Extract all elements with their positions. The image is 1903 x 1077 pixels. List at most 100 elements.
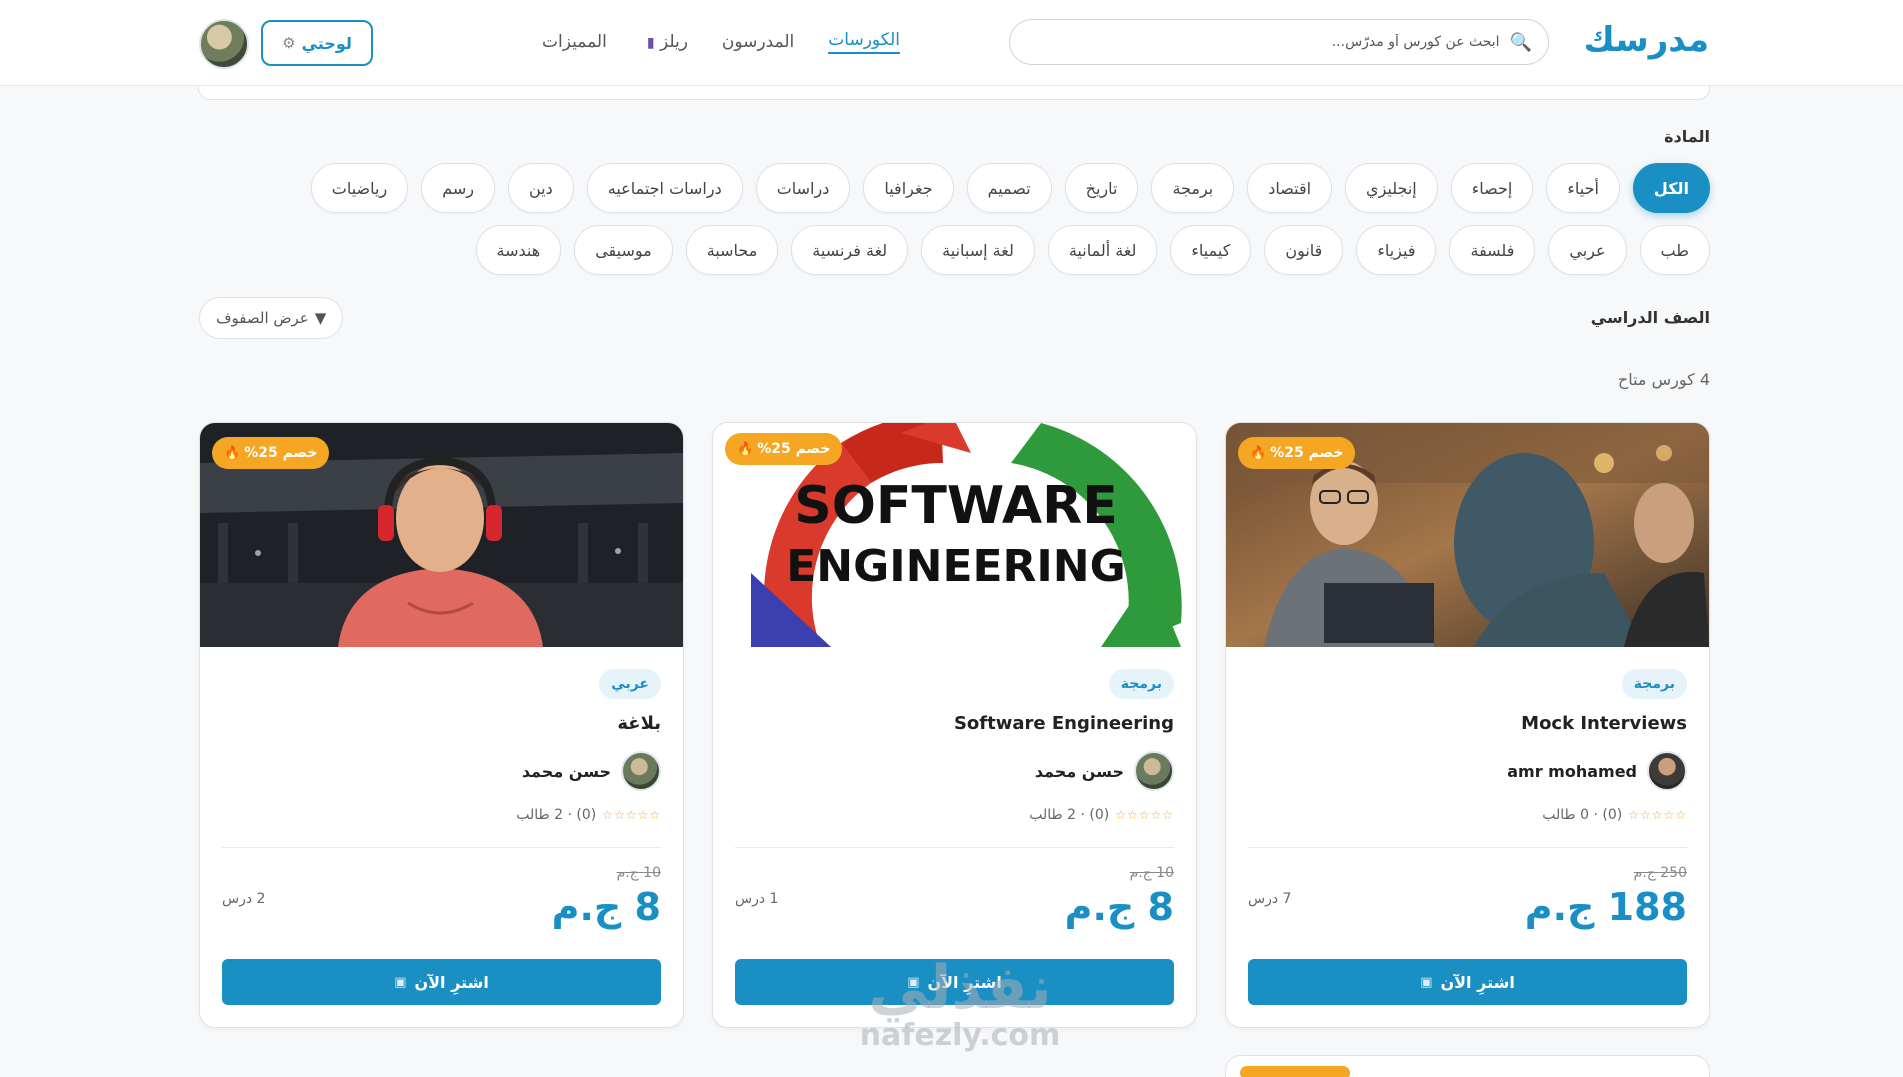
- discount-badge: خصم 25% 🔥: [212, 437, 330, 469]
- subject-chips-row-2: طب عربي فلسفة فيزياء قانون كيمياء لغة أل…: [475, 225, 1710, 275]
- chip-subject[interactable]: فلسفة: [1449, 225, 1536, 275]
- chip-subject[interactable]: تصميم: [966, 163, 1052, 213]
- chip-subject[interactable]: هندسة: [475, 225, 562, 275]
- nav-courses[interactable]: الكورسات: [828, 30, 900, 54]
- chip-subject[interactable]: جغرافيا: [863, 163, 954, 213]
- subject-filter-label: المادة: [1664, 127, 1710, 146]
- buy-now-button[interactable]: اشترِ الآن ▣: [735, 959, 1174, 1005]
- credit-card-icon: ▣: [1420, 974, 1433, 990]
- dashboard-button[interactable]: لوحتي ⚙: [261, 20, 373, 66]
- buy-now-button[interactable]: اشترِ الآن ▣: [222, 959, 661, 1005]
- subject-chips-row-1: الكل أحياء إحصاء إنجليزي اقتصاد برمجة تا…: [310, 163, 1710, 213]
- course-title[interactable]: بلاغة: [617, 713, 661, 734]
- teacher-info[interactable]: amr mohamed: [1507, 751, 1687, 791]
- chip-subject[interactable]: طب: [1639, 225, 1710, 275]
- chip-subject[interactable]: فيزياء: [1356, 225, 1437, 275]
- show-grades-toggle[interactable]: ▼ عرض الصفوف: [199, 297, 344, 339]
- current-price: 8 ج.م: [551, 885, 661, 929]
- discount-label: خصم 25%: [244, 445, 318, 461]
- current-price: 188 ج.م: [1524, 885, 1687, 929]
- search-icon[interactable]: 🔍: [1510, 32, 1532, 53]
- course-title[interactable]: Software Engineering: [954, 713, 1174, 734]
- course-thumbnail[interactable]: خصم 25% 🔥: [1226, 423, 1709, 647]
- clapperboard-icon: ▮: [646, 35, 655, 51]
- rating-text: (0) · 2 طالب: [1029, 807, 1110, 823]
- nav-reels-label: ريلز: [659, 32, 688, 52]
- teacher-avatar: [1134, 751, 1174, 791]
- discount-badge: خصم 25% 🔥: [1238, 437, 1356, 469]
- chip-subject[interactable]: دين: [507, 163, 574, 213]
- chip-subject[interactable]: لغة فرنسية: [791, 225, 909, 275]
- rating-text: (0) · 2 طالب: [516, 807, 597, 823]
- course-card[interactable]: SOFTWARE ENGINEERING خصم 25% 🔥 برمجة Sof…: [712, 422, 1197, 1028]
- course-rating: ☆☆☆☆☆ (0) · 0 طالب: [1542, 807, 1687, 823]
- teacher-info[interactable]: حسن محمد: [1035, 751, 1174, 791]
- chip-all[interactable]: الكل: [1632, 163, 1710, 213]
- search-input[interactable]: [1026, 34, 1500, 50]
- course-title[interactable]: Mock Interviews: [1521, 713, 1687, 734]
- buy-now-label: اشترِ الآن: [927, 972, 1002, 992]
- discount-label: خصم 25%: [1270, 445, 1344, 461]
- chevron-down-icon: ▼: [314, 309, 327, 327]
- star-icon: ☆☆☆☆☆: [1115, 808, 1174, 822]
- teacher-avatar: [1647, 751, 1687, 791]
- site-logo[interactable]: مدرسك: [1584, 20, 1709, 60]
- thumb-title-line-2: ENGINEERING: [786, 541, 1126, 592]
- nav-features[interactable]: المميزات: [542, 32, 607, 52]
- chip-subject[interactable]: عربي: [1548, 225, 1627, 275]
- course-thumbnail[interactable]: SOFTWARE ENGINEERING خصم 25% 🔥: [713, 423, 1196, 647]
- chip-subject[interactable]: اقتصاد: [1247, 163, 1333, 213]
- grade-filter-label: الصف الدراسي: [1590, 308, 1710, 327]
- chip-subject[interactable]: رسم: [421, 163, 495, 213]
- search-bar[interactable]: 🔍: [1009, 19, 1549, 65]
- old-price: 250 ج.م: [1633, 865, 1687, 881]
- card-divider: [735, 847, 1174, 848]
- chip-subject[interactable]: لغة ألمانية: [1047, 225, 1158, 275]
- teacher-name: حسن محمد: [1034, 761, 1124, 781]
- course-rating: ☆☆☆☆☆ (0) · 2 طالب: [1029, 807, 1174, 823]
- buy-now-label: اشترِ الآن: [1440, 972, 1515, 992]
- chip-subject[interactable]: موسيقى: [574, 225, 673, 275]
- course-card[interactable]: خصم 25% 🔥 عربي بلاغة حسن محمد ☆☆☆☆☆ (0) …: [199, 422, 684, 1028]
- dashboard-label: لوحتي: [301, 33, 352, 53]
- star-icon: ☆☆☆☆☆: [1628, 808, 1687, 822]
- chip-subject[interactable]: أحياء: [1546, 163, 1620, 213]
- subject-badge: برمجة: [1108, 669, 1174, 699]
- credit-card-icon: ▣: [907, 974, 920, 990]
- nav-reels[interactable]: ريلز ▮: [641, 32, 688, 52]
- chip-subject[interactable]: كيمياء: [1170, 225, 1252, 275]
- chip-subject[interactable]: دراسات: [755, 163, 851, 213]
- nav-teachers[interactable]: المدرسون: [722, 32, 794, 52]
- chip-subject[interactable]: برمجة: [1151, 163, 1235, 213]
- chip-subject[interactable]: دراسات اجتماعيه: [586, 163, 743, 213]
- card-divider: [222, 847, 661, 848]
- course-card[interactable]: خصم 25% 🔥 برمجة Mock Interviews amr moha…: [1225, 422, 1710, 1028]
- chip-subject[interactable]: تاريخ: [1064, 163, 1139, 213]
- chip-subject[interactable]: لغة إسبانية: [921, 225, 1035, 275]
- show-grades-label: عرض الصفوف: [216, 309, 309, 327]
- fire-icon: 🔥: [737, 441, 754, 457]
- lesson-count: 1 درس: [735, 891, 779, 907]
- chip-subject[interactable]: محاسبة: [685, 225, 779, 275]
- chip-subject[interactable]: رياضيات: [310, 163, 409, 213]
- fire-icon: 🔥: [224, 445, 241, 461]
- teacher-avatar: [621, 751, 661, 791]
- chip-subject[interactable]: قانون: [1264, 225, 1344, 275]
- subject-badge: عربي: [599, 669, 661, 699]
- course-card-partial[interactable]: [1225, 1055, 1710, 1077]
- user-avatar[interactable]: [199, 19, 249, 69]
- chip-subject[interactable]: إحصاء: [1450, 163, 1534, 213]
- buy-now-button[interactable]: اشترِ الآن ▣: [1248, 959, 1687, 1005]
- discount-badge: خصم 25% 🔥: [725, 433, 843, 465]
- chip-subject[interactable]: إنجليزي: [1345, 163, 1438, 213]
- results-count: 4 كورس متاح: [1617, 370, 1710, 389]
- teacher-info[interactable]: حسن محمد: [522, 751, 661, 791]
- subject-badge: برمجة: [1621, 669, 1687, 699]
- old-price: 10 ج.م: [1129, 865, 1174, 881]
- filter-panel-edge: [198, 86, 1710, 100]
- course-thumbnail[interactable]: خصم 25% 🔥: [200, 423, 683, 647]
- buy-now-label: اشترِ الآن: [414, 972, 489, 992]
- current-price: 8 ج.م: [1064, 885, 1174, 929]
- top-navbar: مدرسك 🔍 الكورسات المدرسون ريلز ▮ المميزا…: [0, 0, 1903, 86]
- main-nav: الكورسات المدرسون ريلز ▮ المميزات: [542, 30, 900, 54]
